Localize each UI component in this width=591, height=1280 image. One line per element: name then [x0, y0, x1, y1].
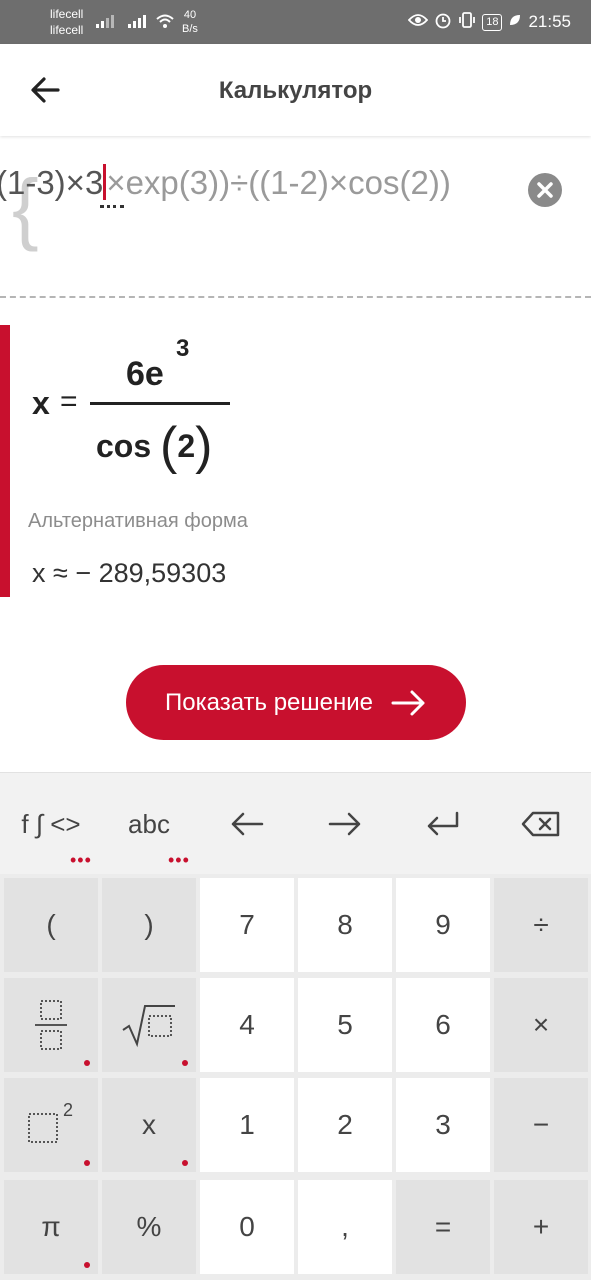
key-comma[interactable]: ,	[298, 1180, 392, 1274]
vibrate-icon	[458, 11, 476, 34]
alarm-icon	[434, 11, 452, 34]
tab-letters[interactable]: abc •••	[100, 773, 198, 875]
math-keyboard: f ∫ <> ••• abc ••• ( ) 7 8 9 ÷ 4 5 6 × 2…	[0, 772, 591, 1280]
fraction-numerator: 6e	[126, 355, 164, 393]
paren-open: (	[160, 417, 178, 475]
result-variable: x	[32, 385, 50, 421]
status-bar: lifecell lifecell 40 B/s 18 21:55	[0, 0, 591, 44]
arrow-right-icon	[328, 812, 361, 836]
expression-part-after-cursor: ×exp(3))÷((1-2)×cos(2))	[106, 164, 451, 201]
more-dot-icon	[182, 1160, 188, 1166]
key-4[interactable]: 4	[200, 978, 294, 1072]
square-icon: 2	[28, 1100, 73, 1143]
fraction-icon	[35, 1000, 67, 1050]
fraction-exponent: 3	[176, 335, 190, 362]
tab-functions[interactable]: f ∫ <> •••	[2, 773, 100, 875]
carrier-2: lifecell	[50, 23, 84, 37]
close-icon	[537, 182, 553, 198]
backspace-icon	[521, 811, 560, 837]
page-title: Калькулятор	[218, 77, 373, 104]
key-percent[interactable]: %	[102, 1180, 196, 1274]
key-sqrt[interactable]	[102, 978, 196, 1072]
key-minus[interactable]: −	[494, 1078, 588, 1172]
key-x[interactable]: x	[102, 1078, 196, 1172]
key-multiply[interactable]: ×	[494, 978, 588, 1072]
signal-icon-1	[96, 12, 114, 28]
key-7[interactable]: 7	[200, 878, 294, 972]
carrier-1: lifecell	[50, 7, 84, 21]
more-dot-icon	[182, 1060, 188, 1066]
arrow-right-icon	[391, 690, 425, 715]
more-dot-icon	[84, 1060, 90, 1066]
keyboard-toolbar: f ∫ <> ••• abc •••	[0, 772, 591, 874]
denominator-function: cos	[96, 428, 152, 464]
backspace-button[interactable]	[492, 773, 590, 875]
enter-icon	[427, 811, 459, 836]
key-equals[interactable]: =	[396, 1180, 490, 1274]
show-solution-label: Показать решение	[165, 688, 373, 716]
key-2[interactable]: 2	[298, 1078, 392, 1172]
key-5[interactable]: 5	[298, 978, 392, 1072]
denominator-argument: 2	[177, 428, 196, 464]
status-right: 18 21:55	[407, 0, 571, 44]
clear-input-button[interactable]	[528, 173, 562, 207]
key-plus[interactable]: +	[494, 1180, 588, 1274]
show-solution-button[interactable]: Показать решение	[126, 665, 466, 740]
clock-time: 21:55	[528, 12, 571, 31]
fraction-bar	[90, 402, 230, 405]
battery-icon: 18	[482, 13, 503, 31]
key-3[interactable]: 3	[396, 1078, 490, 1172]
app-header: Калькулятор	[0, 44, 591, 136]
input-divider	[0, 296, 591, 298]
carrier-labels: lifecell lifecell	[50, 6, 83, 38]
key-6[interactable]: 6	[396, 978, 490, 1072]
expression-input[interactable]: { (1-3)×3×exp(3))÷((1-2)×cos(2))	[0, 138, 591, 298]
cursor-right-button[interactable]	[296, 773, 394, 875]
eye-icon	[407, 12, 429, 32]
alternative-form-label: Альтернативная форма	[28, 510, 248, 532]
key-1[interactable]: 1	[200, 1078, 294, 1172]
keypad-grid: ( ) 7 8 9 ÷ 4 5 6 × 2 x 1 2 3 − π % 0 , …	[0, 874, 591, 1280]
fraction-denominator: cos (2)	[96, 416, 212, 476]
key-divide[interactable]: ÷	[494, 878, 588, 972]
arrow-left-icon	[231, 812, 264, 836]
enter-button[interactable]	[394, 773, 492, 875]
result-equals: =	[60, 385, 78, 418]
cursor-left-button[interactable]	[198, 773, 296, 875]
more-dot-icon	[84, 1160, 90, 1166]
key-9[interactable]: 9	[396, 878, 490, 972]
leaf-icon	[508, 12, 522, 32]
sqrt-icon	[122, 1005, 175, 1048]
more-dots-icon: •••	[70, 850, 92, 870]
key-open-paren[interactable]: (	[4, 878, 98, 972]
expression-part-before-cursor: (1-3)×3	[0, 164, 104, 201]
key-fraction[interactable]	[4, 978, 98, 1072]
input-placeholder-underline	[100, 205, 124, 208]
more-dots-icon: •••	[168, 850, 190, 870]
square-exponent: 2	[63, 1100, 73, 1120]
wifi-icon	[155, 13, 175, 32]
result-accent-bar	[0, 325, 10, 597]
net-speed: 40 B/s	[182, 9, 198, 35]
more-dot-icon	[84, 1262, 90, 1268]
signal-icon-2	[128, 12, 146, 28]
paren-close: )	[195, 417, 213, 475]
key-0[interactable]: 0	[200, 1180, 294, 1274]
key-close-paren[interactable]: )	[102, 878, 196, 972]
key-pi[interactable]: π	[4, 1180, 98, 1274]
key-square[interactable]: 2	[4, 1078, 98, 1172]
expression-text[interactable]: (1-3)×3×exp(3))÷((1-2)×cos(2))	[0, 164, 451, 202]
alternative-form-value: x ≈ − 289,59303	[32, 558, 227, 588]
key-8[interactable]: 8	[298, 878, 392, 972]
